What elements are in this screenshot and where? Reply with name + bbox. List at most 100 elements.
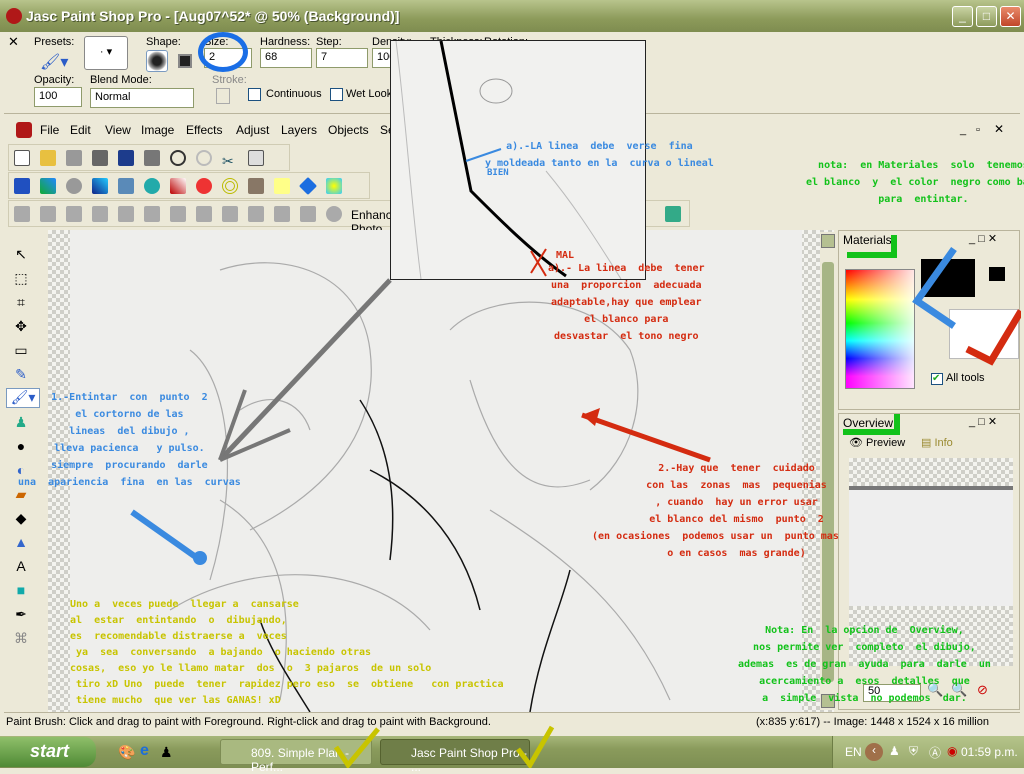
cut-icon[interactable]: ✂ [222, 153, 238, 169]
browse-icon[interactable] [66, 150, 82, 166]
panel-window-controls[interactable]: _ □ ✕ [969, 415, 997, 428]
sketch-line [395, 40, 422, 280]
overview-thumbnail [849, 486, 1013, 606]
new-icon[interactable] [14, 150, 30, 166]
show-hidden-icons-button[interactable]: ‹ [865, 743, 883, 761]
network-tray-icon[interactable]: ◉ [947, 744, 957, 758]
blue-check-annotation [912, 246, 957, 329]
weave-icon[interactable] [248, 178, 264, 194]
image-icon[interactable] [248, 206, 264, 222]
stroke-icon[interactable] [216, 88, 230, 104]
brush-tip-dropdown[interactable]: · ▾ [84, 36, 128, 70]
undo-icon[interactable] [170, 150, 186, 166]
scroll-up-button[interactable] [821, 234, 835, 248]
overview-annotation [843, 414, 900, 435]
save-icon[interactable] [118, 150, 134, 166]
ripple-icon[interactable] [222, 178, 238, 194]
delete-layer-icon[interactable] [40, 206, 56, 222]
fill-tool[interactable]: ▲ [10, 534, 32, 554]
inner-bevel-icon[interactable] [92, 178, 108, 194]
sketch-face-line [469, 379, 591, 488]
balls-icon[interactable] [196, 178, 212, 194]
doc-minimize-button[interactable]: _ [960, 124, 966, 136]
pen-tool[interactable]: ✒ [10, 606, 32, 626]
msn-tray-icon[interactable]: ♟ [889, 744, 900, 758]
menu-edit[interactable]: Edit [70, 123, 91, 137]
info-tab-label: Info [934, 437, 953, 449]
ink-line [529, 569, 571, 713]
selection-tool[interactable]: ⬚ [10, 270, 32, 290]
clock[interactable]: 01:59 p.m. [961, 745, 1018, 759]
presets-label: Presets: [34, 36, 75, 48]
close-button[interactable]: ✕ [1000, 6, 1021, 27]
square-shape-button[interactable] [178, 54, 192, 68]
gem-icon[interactable] [298, 176, 318, 196]
blend-mode-select[interactable]: Normal [90, 88, 194, 108]
round-shape-button[interactable] [146, 50, 168, 72]
menu-objects[interactable]: Objects [328, 123, 369, 137]
tree-icon[interactable] [170, 206, 186, 222]
copy-icon[interactable] [248, 150, 264, 166]
yellow-check [516, 725, 555, 768]
menu-effects[interactable]: Effects [186, 123, 222, 137]
open-layer-icon[interactable] [118, 206, 134, 222]
print-icon[interactable] [144, 150, 160, 166]
print-layer-icon[interactable] [92, 206, 108, 222]
sphere-icon[interactable] [144, 178, 160, 194]
pointer-tool[interactable]: ↖ [10, 246, 32, 266]
menu-file[interactable]: File [40, 123, 59, 137]
redo-icon[interactable] [196, 150, 212, 166]
menu-layers[interactable]: Layers [281, 123, 317, 137]
cube-icon[interactable] [118, 178, 134, 194]
effect-browser-icon[interactable] [14, 178, 30, 194]
scan-icon[interactable] [92, 150, 108, 166]
marquee-tool[interactable]: ▭ [10, 342, 32, 362]
minimize-button[interactable]: _ [952, 6, 973, 27]
language-indicator[interactable]: EN [845, 745, 862, 759]
crop-tool[interactable]: ⌗ [10, 294, 32, 314]
hardness-input[interactable]: 68 [260, 48, 312, 68]
red-check-annotation [965, 309, 1021, 366]
layer-icon[interactable] [14, 206, 30, 222]
grid-icon[interactable] [196, 206, 212, 222]
dropper-tool[interactable]: ✎ [10, 366, 32, 386]
page-curl-icon[interactable] [170, 178, 186, 194]
step-input[interactable]: 7 [316, 48, 368, 68]
menu-adjust[interactable]: Adjust [236, 123, 269, 137]
text-tool[interactable]: A [10, 558, 32, 578]
antivirus-tray-icon[interactable]: Ⓐ [929, 744, 941, 761]
photo-icon[interactable] [665, 206, 681, 222]
frame-icon[interactable] [222, 206, 238, 222]
continuous-checkbox[interactable] [248, 88, 261, 101]
note-tired: Uno a veces puede llegar a cansarse al e… [70, 599, 504, 706]
menu-image[interactable]: Image [141, 123, 174, 137]
duplicate-icon[interactable] [66, 206, 82, 222]
dots-icon[interactable] [274, 206, 290, 222]
info-tab[interactable]: ▤ Info [921, 436, 953, 449]
shape-effect-icon[interactable] [66, 178, 82, 194]
opacity-input[interactable]: 100 [34, 87, 82, 107]
warp-tool[interactable]: ⌘ [10, 630, 32, 650]
eraser-tool[interactable]: ◆ [10, 510, 32, 530]
move-tool[interactable]: ✥ [10, 318, 32, 338]
system-tray: EN ‹ ♟ ⛨ Ⓐ ◉ 01:59 p.m. [832, 736, 1024, 768]
binoculars-icon[interactable] [144, 206, 160, 222]
mask-icon[interactable] [326, 206, 342, 222]
doc-restore-button[interactable]: ▫ [976, 124, 980, 136]
doc-close-button[interactable]: ✕ [994, 122, 1004, 136]
security-tray-icon[interactable]: ⛨ [909, 744, 918, 759]
close-palette-icon[interactable]: ✕ [8, 34, 19, 50]
bevel-icon[interactable] [40, 178, 56, 194]
menu-view[interactable]: View [105, 123, 131, 137]
maximize-button[interactable]: □ [976, 6, 997, 27]
note-overview: Nota: En la opcion de Overview, nos perm… [738, 625, 991, 704]
refresh-icon[interactable] [300, 206, 316, 222]
shape-tool[interactable]: ■ [10, 582, 32, 602]
presets-brush-icon[interactable]: 🖌▾ [40, 52, 68, 72]
wet-look-checkbox[interactable] [330, 88, 343, 101]
stroke-label: Stroke: [212, 74, 247, 86]
lights-icon[interactable] [274, 178, 290, 194]
standard-toolbar: ✂ [8, 144, 290, 171]
open-icon[interactable] [40, 150, 56, 166]
sunburst-icon[interactable] [326, 178, 342, 194]
